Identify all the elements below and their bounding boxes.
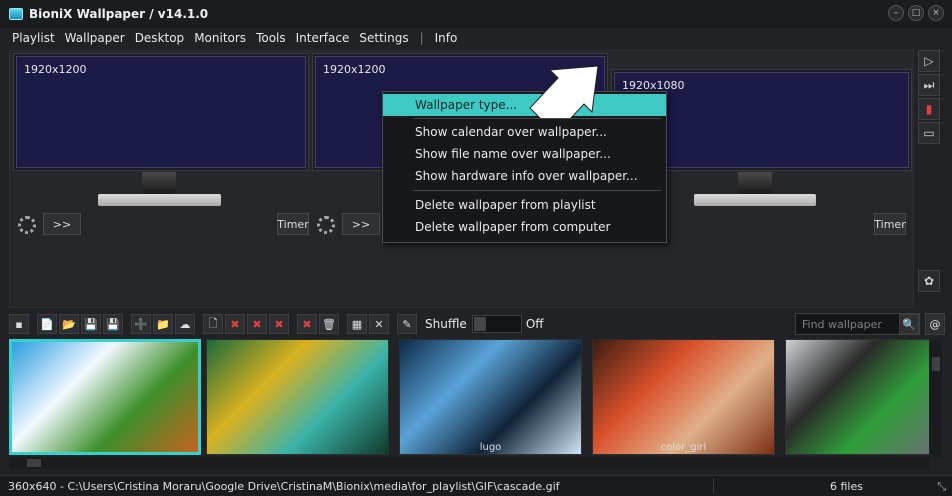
remove-duplicates-icon[interactable]: ✖: [269, 314, 289, 334]
monitor-1-resolution: 1920x1200: [24, 63, 87, 76]
monitor-3-stand: [738, 172, 772, 194]
monitor-1-timer-button[interactable]: Timer: [277, 213, 309, 235]
app-icon: [9, 8, 23, 20]
tools-icon[interactable]: ✕: [369, 314, 389, 334]
menu-desktop[interactable]: Desktop: [130, 31, 190, 45]
status-bar: 360x640 - C:\Users\Cristina Moraru\Googl…: [0, 475, 952, 496]
close-icon[interactable]: ×: [928, 5, 944, 21]
right-toolbar: ▷ ⏭ ▮ ▭ ✿: [918, 50, 944, 294]
monitor-icon[interactable]: ▭: [918, 122, 940, 144]
menu-info[interactable]: Info: [430, 31, 463, 45]
plugins-icon[interactable]: ✿: [918, 270, 940, 292]
monitor-2-next-button[interactable]: >>: [342, 213, 380, 235]
thumbnail-strip: lugo color_girl: [9, 339, 929, 457]
playlist-toolbar: ▪ 📄 📂 💾 💾 ➕ 📁 ☁ 🗋 ✖ ✖ ✖ ✖ 🗑 ▦ ✕ ✎ Shuffl…: [9, 313, 945, 335]
resize-grip-icon[interactable]: ⤡: [937, 480, 946, 494]
shuffle-label: Shuffle: [425, 317, 467, 331]
thumbnail-peacock[interactable]: [206, 339, 389, 455]
delete-file-icon[interactable]: ✖: [297, 314, 317, 334]
menu-delete-from-computer[interactable]: Delete wallpaper from computer: [383, 216, 666, 238]
next-all-icon[interactable]: ⏭: [918, 74, 940, 96]
thumbnail-cascade[interactable]: [9, 339, 201, 455]
thumbnail-eye[interactable]: [785, 339, 929, 455]
menu-interface[interactable]: Interface: [291, 31, 355, 45]
horizontal-scrollbar[interactable]: [9, 457, 929, 469]
monitor-1-next-button[interactable]: >>: [43, 213, 81, 235]
thumbnail-color-girl[interactable]: color_girl: [592, 339, 775, 455]
search-icon[interactable]: 🔍: [899, 314, 919, 334]
shuffle-toggle[interactable]: [471, 315, 522, 333]
thumbnails-view-icon[interactable]: ▦: [347, 314, 367, 334]
menu-tools[interactable]: Tools: [251, 31, 291, 45]
menu-divider: [413, 190, 661, 191]
download-icon[interactable]: ☁: [175, 314, 195, 334]
menu-settings[interactable]: Settings: [354, 31, 413, 45]
monitor-1-stand: [142, 172, 176, 194]
file-icon[interactable]: 🗋: [203, 314, 223, 334]
pointer-arrow-icon: [529, 65, 599, 118]
toolbar-grip-icon: ▪: [9, 314, 29, 334]
add-folder-icon[interactable]: 📁: [153, 314, 173, 334]
status-divider: [713, 478, 714, 494]
menu-playlist[interactable]: Playlist: [7, 31, 60, 45]
monitor-1-base: [98, 194, 221, 206]
menu-wallpaper[interactable]: Wallpaper: [60, 31, 130, 45]
menu-divider: [413, 118, 661, 119]
menu-separator: |: [419, 31, 424, 45]
menu-show-file-name[interactable]: Show file name over wallpaper...: [383, 143, 666, 165]
thumbnail-caption: color_girl: [660, 442, 707, 453]
add-files-icon[interactable]: ➕: [131, 314, 151, 334]
menu-monitors[interactable]: Monitors: [189, 31, 251, 45]
monitor-1-spinner-icon: [18, 216, 36, 234]
monitor-1[interactable]: 1920x1200: [13, 53, 309, 171]
save-playlist-icon[interactable]: 💾: [81, 314, 101, 334]
title-bar: BioniX Wallpaper / v14.1.0 – □ ×: [0, 0, 952, 28]
save-as-playlist-icon[interactable]: 💾: [103, 314, 123, 334]
monitor-2-spinner-icon: [317, 216, 335, 234]
monitor-3-timer-button[interactable]: Timer: [874, 213, 906, 235]
thumbnail-lugo[interactable]: lugo: [399, 339, 582, 455]
menu-delete-from-playlist[interactable]: Delete wallpaper from playlist: [383, 194, 666, 216]
shuffle-state: Off: [525, 317, 544, 331]
window-controls: – □ ×: [888, 5, 944, 21]
new-playlist-icon[interactable]: 📄: [37, 314, 57, 334]
at-button[interactable]: @: [925, 313, 945, 335]
play-icon[interactable]: ▷: [918, 50, 940, 72]
maximize-icon[interactable]: □: [908, 5, 924, 21]
status-file-count: 6 files: [830, 479, 863, 493]
window-title: BioniX Wallpaper / v14.1.0: [29, 7, 209, 21]
monitor-1-screen[interactable]: 1920x1200: [16, 56, 306, 168]
open-playlist-icon[interactable]: 📂: [59, 314, 79, 334]
vertical-scrollbar[interactable]: [930, 339, 942, 457]
remove-missing-icon[interactable]: ✖: [247, 314, 267, 334]
menu-show-calendar[interactable]: Show calendar over wallpaper...: [383, 121, 666, 143]
clear-playlist-icon[interactable]: 🗑: [319, 314, 339, 334]
menu-show-hardware-info[interactable]: Show hardware info over wallpaper...: [383, 165, 666, 187]
status-path: 360x640 - C:\Users\Cristina Moraru\Googl…: [8, 479, 560, 493]
filter-icon[interactable]: ✎: [397, 314, 417, 334]
monitor-3-base: [694, 194, 816, 206]
remove-selected-icon[interactable]: ✖: [225, 314, 245, 334]
menu-bar: Playlist Wallpaper Desktop Monitors Tool…: [0, 28, 952, 48]
monitor-2-resolution: 1920x1200: [323, 63, 386, 76]
battery-icon[interactable]: ▮: [918, 98, 940, 120]
thumbnail-caption: lugo: [479, 442, 502, 453]
minimize-icon[interactable]: –: [888, 5, 904, 21]
